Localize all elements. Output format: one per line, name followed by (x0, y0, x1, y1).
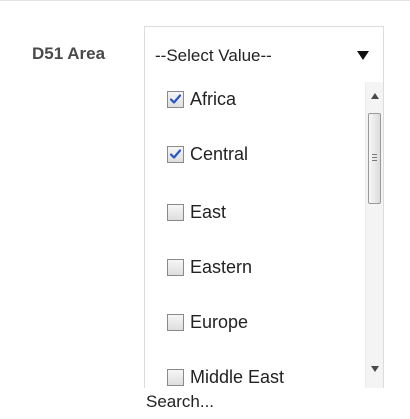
option-item[interactable]: Eastern (145, 250, 365, 290)
option-checkbox[interactable] (167, 91, 184, 108)
top-divider (0, 0, 410, 1)
option-checkbox[interactable] (167, 259, 184, 276)
option-label: Eastern (190, 257, 253, 277)
dropdown-list: Africa Central East Eastern Europe Middle Eas… (144, 82, 384, 388)
area-prompt-label: D51 Area (32, 44, 106, 63)
option-checkbox[interactable] (167, 146, 184, 163)
vertical-scrollbar[interactable] (365, 82, 383, 388)
grip-line (372, 157, 377, 158)
arrow-down-icon[interactable] (371, 366, 379, 372)
option-item[interactable]: East (145, 195, 365, 235)
arrow-up-icon[interactable] (371, 93, 379, 99)
option-list: Africa Central East Eastern Europe Middle Eas… (145, 82, 365, 388)
option-label: Africa (190, 89, 237, 109)
option-checkbox[interactable] (167, 369, 184, 386)
select-value: --Select Value-- (155, 46, 272, 65)
option-label: East (190, 202, 227, 222)
option-checkbox[interactable] (167, 204, 184, 221)
checkmark-icon (169, 94, 182, 104)
option-label: Middle East (190, 367, 285, 387)
option-label: Europe (190, 312, 249, 332)
grip-line (372, 160, 377, 161)
option-label: Central (190, 144, 249, 164)
prompt-panel: D51 Area --Select Value-- Africa Central E… (0, 0, 410, 419)
option-item[interactable]: Middle East (145, 360, 365, 388)
checkmark-icon (169, 149, 182, 159)
option-item[interactable]: Africa (145, 82, 365, 122)
area-select[interactable]: --Select Value-- (144, 26, 384, 82)
option-item[interactable]: Central (145, 137, 365, 177)
chevron-down-icon[interactable] (357, 51, 369, 60)
option-checkbox[interactable] (167, 314, 184, 331)
option-item[interactable]: Europe (145, 305, 365, 345)
search-link[interactable]: Search... (144, 388, 384, 419)
scroll-thumb[interactable] (368, 113, 381, 204)
grip-line (372, 154, 377, 155)
